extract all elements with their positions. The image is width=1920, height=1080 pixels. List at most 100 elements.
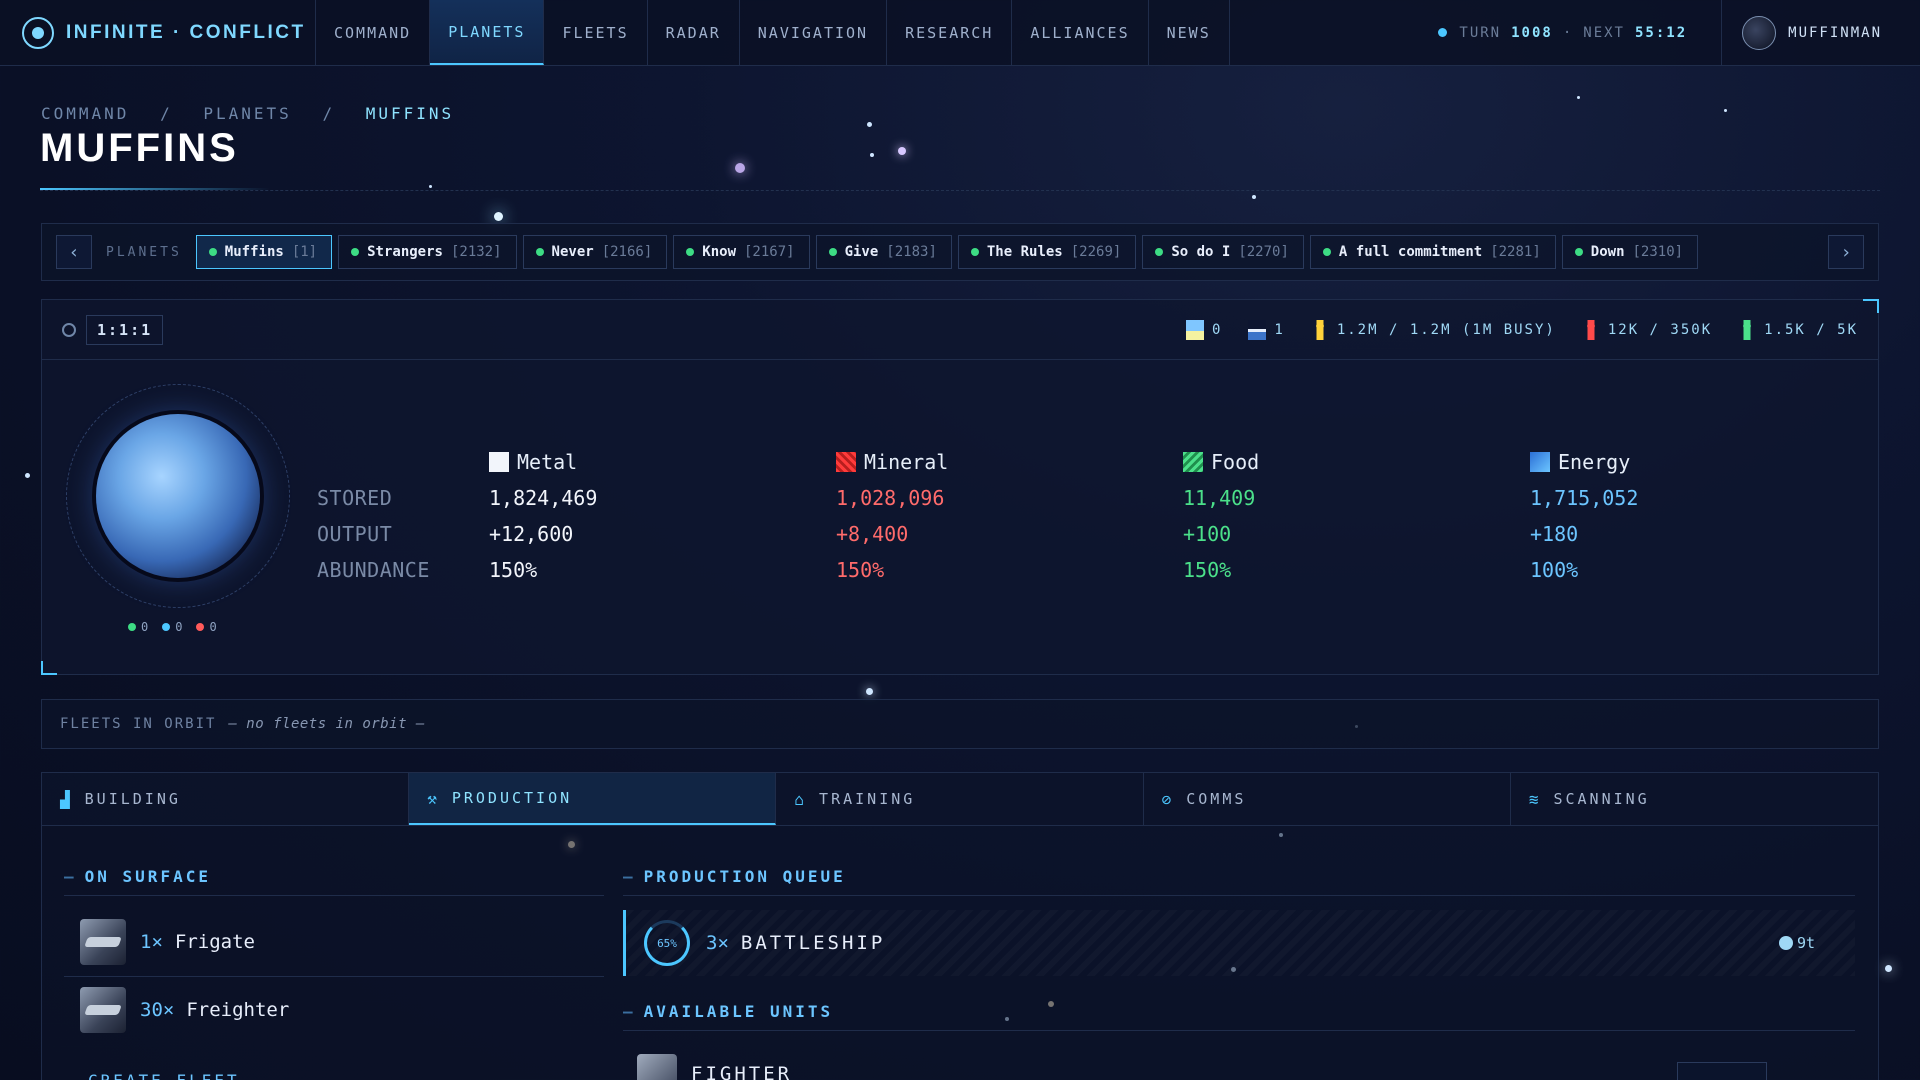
breadcrumb-planets[interactable]: PLANETS (203, 104, 291, 123)
tab-label: COMMS (1186, 790, 1247, 808)
row-label: ABUNDANCE (317, 558, 430, 582)
row-label: STORED (317, 486, 393, 510)
tab-scanning[interactable]: ≋ SCANNING (1511, 773, 1878, 825)
nav-fleets[interactable]: FLEETS (544, 0, 648, 65)
freighter-thumbnail (80, 987, 126, 1033)
resource-header-energy: Energy (1530, 450, 1877, 474)
queue-unit-name: BATTLESHIP (740, 932, 886, 954)
planet-tab-name: Muffins (224, 244, 284, 260)
planet-tab-never[interactable]: Never [2166] (522, 235, 668, 269)
planet-selector: ‹ PLANETS Muffins [1] Strangers [2132] Nev… (41, 223, 1879, 281)
main-nav: COMMAND PLANETS FLEETS RADAR NAVIGATION … (316, 0, 1230, 65)
stat-scientists: 1.5K / 5K (1738, 319, 1858, 340)
tab-production[interactable]: ⚒ PRODUCTION (409, 773, 777, 825)
planet-status-dot-icon (1322, 248, 1331, 256)
available-unit-fighter[interactable]: FIGHTER (637, 1054, 792, 1080)
next-planet-button[interactable]: › (1828, 235, 1864, 269)
planet-image[interactable] (96, 414, 260, 578)
production-queue-title: — PRODUCTION QUEUE (623, 867, 846, 886)
section-title-text: ON SURFACE (84, 867, 211, 886)
planet-body: 0 0 0 Metal Mineral Food Energy STORED 1… (42, 360, 1878, 674)
nav-news[interactable]: NEWS (1149, 0, 1230, 65)
nav-research[interactable]: RESEARCH (887, 0, 1013, 65)
scientist-icon (1738, 319, 1757, 340)
fighter-quantity-input[interactable] (1677, 1062, 1767, 1080)
fighter-thumbnail (637, 1054, 677, 1080)
hammer-icon: ⚒ (427, 788, 440, 808)
breadcrumb-separator: / (160, 104, 173, 123)
stat-value: 0 (1211, 321, 1223, 338)
chevron-left-icon: ‹ (68, 241, 80, 263)
mineral-output: +8,400 (836, 522, 909, 546)
planet-tab-id: [2167] (744, 244, 795, 260)
on-surface-title: — ON SURFACE (64, 867, 211, 886)
green-dot-icon (128, 623, 136, 631)
surface-unit-frigate[interactable]: 1× Frigate (80, 919, 255, 965)
prev-planet-button[interactable]: ‹ (56, 235, 92, 269)
username: MUFFINMAN (1788, 24, 1882, 41)
planet-tab-give[interactable]: Give [2183] (815, 235, 952, 269)
planet-tab-a-full-commitment[interactable]: A full commitment [2281] (1309, 235, 1556, 269)
user-menu[interactable]: MUFFINMAN (1722, 0, 1920, 65)
planet-tab-muffins[interactable]: Muffins [1] (195, 235, 333, 269)
planet-tab-id: [2281] (1490, 244, 1541, 260)
brand[interactable]: INFINITE · CONFLICT (0, 0, 316, 65)
energy-stored: 1,715,052 (1530, 486, 1639, 510)
red-dot-icon (196, 623, 205, 631)
breadcrumb-current: MUFFINS (365, 104, 455, 123)
wifi-icon: ≋ (1528, 789, 1542, 809)
nav-planets[interactable]: PLANETS (430, 0, 545, 65)
food-output: +100 (1183, 522, 1232, 546)
mineral-stored: 1,028,096 (836, 486, 945, 510)
planet-status-dot-icon (1155, 248, 1164, 256)
planet-tab-strangers[interactable]: Strangers [2132] (338, 235, 517, 269)
planet-status-dot-icon (1574, 248, 1583, 256)
planet-action-tabs: ▟ BUILDING ⚒ PRODUCTION ⌂ TRAINING ⊘ COMMS ≋… (41, 772, 1879, 826)
planet-status-dot-icon (535, 248, 544, 256)
tab-label: PRODUCTION (451, 789, 573, 807)
energy-abundance: 100% (1530, 558, 1579, 582)
stat-value: 1.2M / 1.2M (1M BUSY) (1336, 321, 1556, 338)
tab-comms[interactable]: ⊘ COMMS (1144, 773, 1511, 825)
section-title-text: AVAILABLE UNITS (643, 1002, 834, 1021)
tab-training[interactable]: ⌂ TRAINING (776, 773, 1144, 825)
satellite-icon: ⊘ (1161, 789, 1175, 809)
planet-tab-the-rules[interactable]: The Rules [2269] (957, 235, 1137, 269)
nav-command[interactable]: COMMAND (316, 0, 431, 65)
food-abundance: 150% (1183, 558, 1232, 582)
planet-status-dot-icon (351, 248, 360, 256)
worker-icon (1310, 319, 1329, 340)
planet-stats: 0 1 1.2M / 1.2M (1M BUSY) 12K / 350K 1.5… (1160, 319, 1858, 340)
orbit-counters: 0 0 0 (128, 620, 217, 634)
clock-icon (1778, 936, 1793, 950)
breadcrumb-command[interactable]: COMMAND (41, 104, 129, 123)
water-icon (1248, 319, 1267, 340)
turn-separator: · (1562, 24, 1574, 41)
resource-header-food: Food (1183, 450, 1530, 474)
planet-tab-know[interactable]: Know [2167] (673, 235, 810, 269)
nav-navigation[interactable]: NAVIGATION (740, 0, 888, 65)
mineral-icon (836, 452, 856, 472)
next-turn-label: NEXT (1583, 24, 1625, 41)
tab-label: TRAINING (819, 790, 916, 808)
planet-tab-so-do-i[interactable]: So do I [2270] (1142, 235, 1304, 269)
available-unit-name: FIGHTER (691, 1063, 793, 1080)
metal-abundance: 150% (489, 558, 538, 582)
planet-tab-down[interactable]: Down [2310] (1561, 235, 1699, 269)
nav-radar[interactable]: RADAR (648, 0, 740, 65)
planet-status-dot-icon (828, 248, 837, 256)
turn-status-dot-icon (1438, 28, 1448, 37)
tab-building[interactable]: ▟ BUILDING (42, 773, 410, 825)
title-divider (40, 190, 1880, 191)
planet-tab-id: [2166] (601, 244, 653, 260)
surface-unit-freighter[interactable]: 30× Freighter (80, 987, 289, 1033)
nav-alliances[interactable]: ALLIANCES (1012, 0, 1149, 65)
app-title: INFINITE · CONFLICT (66, 21, 306, 43)
planet-panel-header: 1:1:1 0 1 1.2M / 1.2M (1M BUSY) 12K / 35… (42, 300, 1878, 360)
orbit-count-value: 0 (175, 620, 183, 634)
resource-row-abundance: ABUNDANCE 150% 150% 150% 100% (317, 552, 1877, 588)
breadcrumb: COMMAND / PLANETS / MUFFINS (41, 104, 454, 123)
avatar (1742, 15, 1777, 50)
queue-item-battleship[interactable]: 65% 3× BATTLESHIP 9t (623, 910, 1855, 976)
create-fleet-button[interactable]: CREATE FLEET (88, 1071, 240, 1080)
